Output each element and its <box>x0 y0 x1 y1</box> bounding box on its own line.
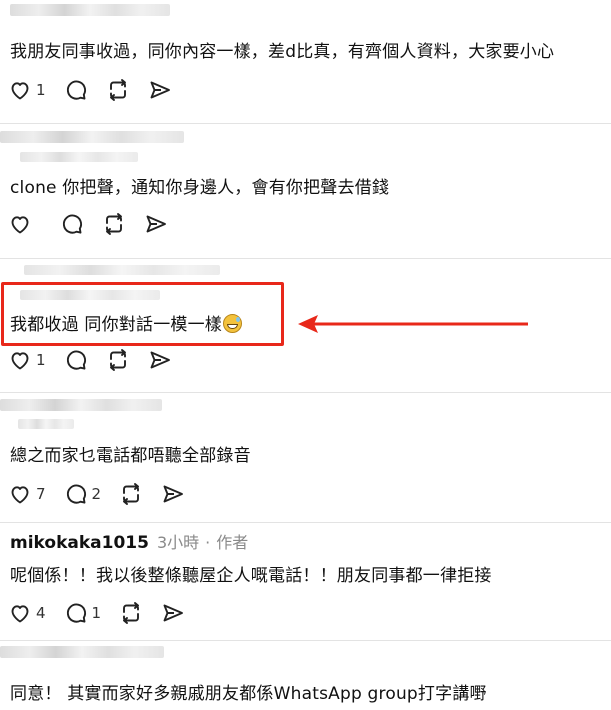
post-actions: 4 1 <box>8 601 203 625</box>
like-count: 1 <box>36 81 46 99</box>
divider <box>0 522 611 523</box>
comment-count: 2 <box>91 485 102 503</box>
like-button[interactable]: 4 <box>8 601 46 625</box>
post-text: clone 你把聲，通知你身邊人，會有你把聲去借錢 <box>10 178 390 198</box>
repost-button[interactable] <box>119 601 143 625</box>
repost-icon <box>109 349 126 371</box>
divider <box>0 640 611 641</box>
red-arrow-icon <box>298 315 528 333</box>
like-count: 7 <box>36 485 46 503</box>
post-author-row: mikokaka1015 3小時 · 作者 <box>10 529 248 553</box>
comment-icon <box>62 214 83 234</box>
heart-icon <box>11 216 29 234</box>
repost-icon <box>109 79 126 101</box>
repost-icon <box>106 213 122 235</box>
heart-icon <box>11 82 29 100</box>
highlight-box <box>1 282 284 346</box>
post-text: 同意！ 其實而家好多親戚朋友都係WhatsApp group打字講嘢 <box>10 684 487 704</box>
repost-button[interactable] <box>102 212 126 236</box>
like-button[interactable]: 1 <box>8 78 46 102</box>
meta-separator: · <box>205 533 211 552</box>
share-button[interactable] <box>148 78 172 102</box>
repost-button[interactable] <box>106 78 130 102</box>
like-count: 1 <box>36 351 46 369</box>
like-button[interactable]: 7 <box>8 482 46 506</box>
post-actions: 1 <box>8 78 190 102</box>
like-count: 4 <box>36 604 46 622</box>
comment-count: 1 <box>91 604 102 622</box>
repost-button[interactable] <box>119 482 143 506</box>
heart-icon <box>11 605 29 623</box>
heart-icon <box>11 486 29 504</box>
share-button[interactable] <box>161 601 185 625</box>
blurred-username <box>24 265 220 275</box>
comment-button[interactable] <box>64 348 88 372</box>
share-button[interactable] <box>144 212 168 236</box>
divider <box>0 258 611 259</box>
comment-button[interactable]: 2 <box>64 482 102 506</box>
like-button[interactable]: 1 <box>8 348 46 372</box>
share-button[interactable] <box>161 482 185 506</box>
comment-button[interactable] <box>64 78 88 102</box>
share-icon <box>150 81 170 99</box>
comment-icon <box>66 603 86 623</box>
comment-icon <box>66 484 86 504</box>
blurred-username <box>0 131 184 143</box>
heart-icon <box>11 352 29 370</box>
share-icon <box>163 604 184 622</box>
post-actions <box>8 212 186 236</box>
author-badge: 作者 <box>216 533 249 552</box>
post-text: 呢個係！！我以後整條聽屋企人嘅電話！！朋友同事都一律拒接 <box>10 566 492 586</box>
repost-icon <box>123 483 140 505</box>
blurred-username <box>10 4 170 16</box>
comment-button[interactable]: 1 <box>64 601 102 625</box>
blurred-username <box>0 646 164 658</box>
divider <box>0 392 611 393</box>
post-text: 我朋友同事收過，同你內容一樣，差d比真，有齊個人資料，大家要小心 <box>10 42 555 62</box>
post-time: 3小時 <box>156 533 200 552</box>
post-actions: 1 <box>8 348 190 372</box>
divider <box>0 123 611 124</box>
post-text: 總之而家乜電話都唔聽全部錄音 <box>10 446 251 466</box>
blurred-username <box>20 152 138 162</box>
share-icon <box>163 485 184 503</box>
blurred-username <box>18 419 74 429</box>
share-icon <box>150 351 170 369</box>
comment-icon <box>66 80 86 100</box>
comment-icon <box>66 350 86 370</box>
author-username[interactable]: mikokaka1015 <box>10 533 149 553</box>
like-button[interactable] <box>8 212 42 236</box>
share-button[interactable] <box>148 348 172 372</box>
share-icon <box>146 215 166 233</box>
repost-button[interactable] <box>106 348 130 372</box>
comment-button[interactable] <box>60 212 84 236</box>
repost-icon <box>123 602 140 624</box>
post-actions: 7 2 <box>8 482 203 506</box>
blurred-username <box>0 399 162 411</box>
